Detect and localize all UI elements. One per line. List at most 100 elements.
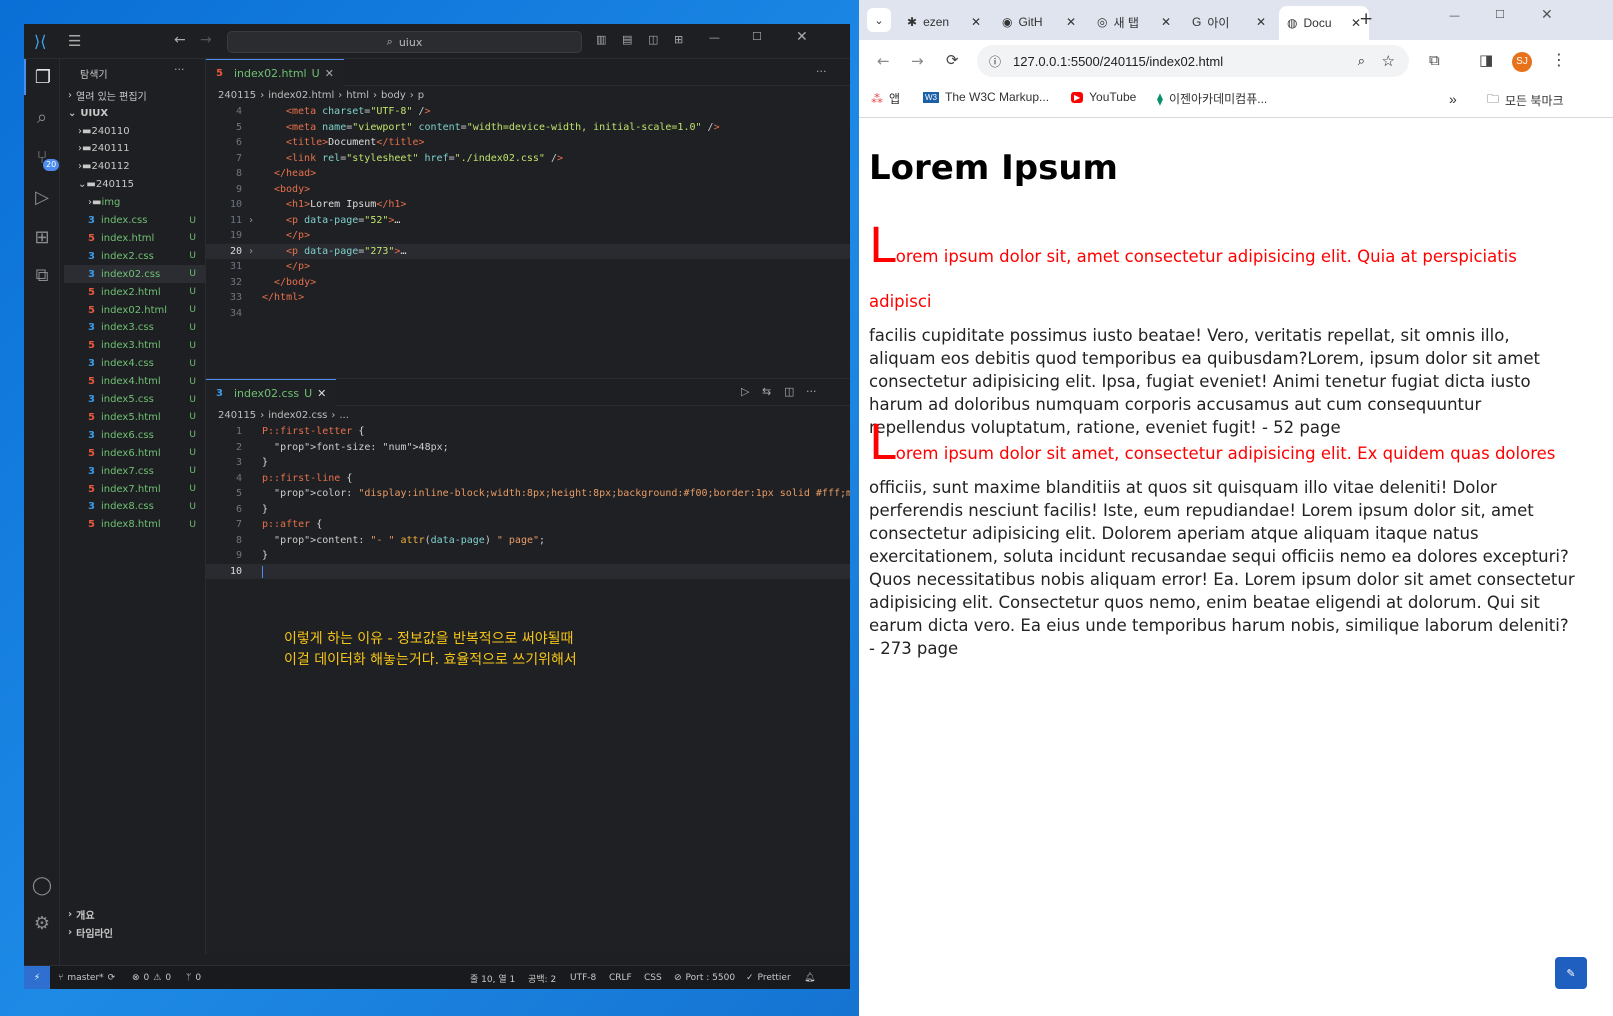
tree-item[interactable]: 3 index.css U (64, 212, 206, 230)
more-bookmarks-icon[interactable]: » (1449, 91, 1457, 107)
tree-item[interactable]: 3 index5.css U (64, 391, 206, 409)
forward-icon[interactable]: → (911, 52, 924, 70)
tab-close-icon[interactable]: ✕ (325, 67, 334, 80)
close-icon[interactable]: ✕ (796, 29, 808, 45)
html-code[interactable]: 4 <meta charset="UTF-8" /> 5 <meta name="vi… (206, 104, 850, 321)
browser-tab[interactable]: ◉ GitH ✕ (994, 7, 1084, 37)
code-line[interactable]: 9} (206, 548, 850, 564)
code-line[interactable]: 5 "prop">color: "display:inline-block;wi… (206, 486, 850, 502)
breadcrumb-item[interactable]: ... (339, 410, 349, 421)
command-search[interactable]: ⌕ uiux (227, 31, 582, 53)
tree-item[interactable]: ⌄ ▬ 240115 (64, 176, 206, 194)
tree-item[interactable]: 5 index3.html U (64, 337, 206, 355)
code-line[interactable]: 7 p::after { (206, 517, 850, 533)
cursor-position[interactable]: 줄 10, 열 1 (470, 966, 515, 989)
new-tab-icon[interactable]: + (1359, 9, 1373, 29)
encoding-status[interactable]: UTF-8 (570, 966, 596, 989)
language-status[interactable]: CSS (644, 966, 662, 989)
tree-item[interactable]: 5 index5.html U (64, 408, 206, 426)
tree-item[interactable]: 5 index4.html U (64, 373, 206, 391)
tree-item[interactable]: › ▬ 240110 (64, 122, 206, 140)
extensions-icon[interactable]: ⊞ (24, 219, 60, 255)
code-line[interactable]: 8 </head> (206, 166, 850, 182)
code-line[interactable]: 31 </p> (206, 259, 850, 275)
code-line[interactable]: 4 <meta charset="UTF-8" /> (206, 104, 850, 120)
reload-icon[interactable]: ⟳ (946, 51, 959, 69)
more-actions-icon[interactable]: ··· (174, 63, 185, 76)
code-line[interactable]: 2 "prop">font-size: "num">48px; (206, 440, 850, 456)
tree-item[interactable]: 3 index2.css U (64, 247, 206, 265)
breadcrumb-item[interactable]: 240115 (218, 410, 256, 421)
tree-item[interactable]: 5 index02.html U (64, 301, 206, 319)
browser-tab[interactable]: ◎ 새 탭 ✕ (1089, 7, 1179, 37)
minimize-icon[interactable]: — (1449, 9, 1460, 22)
breadcrumb-item[interactable]: index02.html (268, 90, 334, 101)
code-line[interactable]: 5 <meta name="viewport" content="width=de… (206, 120, 850, 136)
code-line[interactable]: 34 (206, 306, 850, 322)
zoom-icon[interactable]: ⌕ (1358, 53, 1365, 69)
code-line[interactable]: 8 "prop">content: "- " attr(data-page) "… (206, 533, 850, 549)
menu-icon[interactable]: ☰ (68, 32, 81, 50)
code-line[interactable]: 3} (206, 455, 850, 471)
tree-item[interactable]: 3 index8.css U (64, 498, 206, 516)
toggle-panel-icon[interactable]: ▤ (622, 33, 632, 46)
tree-item[interactable]: 5 index6.html U (64, 444, 206, 462)
workspace-root[interactable]: ⌄ UIUX (64, 104, 206, 122)
remote-icon[interactable]: ⚡ (24, 966, 50, 989)
all-bookmarks[interactable]: 🗀︎ 모든 북마크 (1487, 90, 1564, 111)
bookmark-apps[interactable]: ⁂ 앱 (871, 90, 900, 107)
eol-status[interactable]: CRLF (609, 966, 632, 989)
code-line[interactable]: 4 p::first-line { (206, 471, 850, 487)
maximize-icon[interactable]: ☐ (752, 30, 762, 43)
tab-close-icon[interactable]: ✕ (1256, 15, 1266, 29)
extensions-icon[interactable]: ⧉ (1429, 51, 1440, 69)
tab-index02-css[interactable]: 3 index02.css U ✕ (206, 379, 337, 406)
bookmark-star-icon[interactable]: ☆ (1382, 52, 1395, 70)
account-icon[interactable]: ◯ (24, 867, 60, 903)
run-icon[interactable]: ▷ (741, 385, 749, 398)
tree-item[interactable]: 3 index7.css U (64, 462, 206, 480)
address-bar[interactable]: ⓘ 127.0.0.1:5500/240115/index02.html ⌕ ☆ (977, 45, 1409, 77)
code-line[interactable]: 19 </p> (206, 228, 850, 244)
indent-status[interactable]: 공백: 2 (528, 966, 556, 989)
ports-status[interactable]: ᛘ0 (186, 966, 201, 989)
back-icon[interactable]: ← (877, 52, 890, 70)
code-line[interactable]: 6} (206, 502, 850, 518)
close-icon[interactable]: ✕ (1541, 7, 1553, 23)
toggle-secondary-icon[interactable]: ◫ (648, 33, 658, 46)
avatar[interactable]: SJ (1512, 52, 1532, 72)
browser-tab[interactable]: ◍ Docu ✕ (1279, 6, 1369, 40)
code-line[interactable]: 6 <title>Document</title> (206, 135, 850, 151)
breadcrumb-item[interactable]: 240115 (218, 90, 256, 101)
menu-icon[interactable]: ⋮ (1551, 50, 1567, 69)
code-line[interactable]: 7 <link rel="stylesheet" href="./index02.… (206, 151, 850, 167)
breadcrumb-item[interactable]: body (381, 90, 406, 101)
side-panel-icon[interactable]: ◨ (1479, 51, 1493, 69)
code-line[interactable]: 11 <p data-page="52">… › (206, 213, 850, 229)
maximize-icon[interactable]: ☐ (1495, 8, 1505, 21)
code-line[interactable]: 10 (206, 563, 850, 579)
code-line[interactable]: 1 P::first-letter { (206, 424, 850, 440)
bookmark-ezen[interactable]: ⧫ 이젠아카데미컴퓨... (1157, 90, 1267, 107)
open-editors-section[interactable]: › 열려 있는 편집기 (64, 86, 206, 104)
browser-tab[interactable]: G 아이 ✕ (1184, 7, 1274, 37)
bookmark-youtube[interactable]: ▶ YouTube (1071, 90, 1136, 104)
prettier-status[interactable]: ✓ Prettier (746, 966, 791, 989)
tab-close-icon[interactable]: ✕ (317, 387, 326, 400)
problems-status[interactable]: ⊗ 0 ⚠ 0 (132, 966, 171, 989)
bookmark-w3c[interactable]: W3 The W3C Markup... (923, 90, 1049, 104)
tab-close-icon[interactable]: ✕ (971, 15, 981, 29)
tree-item[interactable]: 3 index6.css U (64, 426, 206, 444)
run-debug-icon[interactable]: ▷ (24, 179, 60, 215)
back-icon[interactable]: ← (174, 32, 186, 48)
tree-item[interactable]: 3 index3.css U (64, 319, 206, 337)
forward-icon[interactable]: → (200, 32, 212, 48)
minimize-icon[interactable]: — (709, 31, 720, 44)
tree-item[interactable]: › ▬ 240112 (64, 158, 206, 176)
figma-icon[interactable]: ⧉ (24, 257, 60, 293)
tab-close-icon[interactable]: ✕ (1066, 15, 1076, 29)
editor-more-icon[interactable]: ··· (816, 65, 827, 78)
tree-item[interactable]: 5 index7.html U (64, 480, 206, 498)
site-info-icon[interactable]: ⓘ (989, 53, 1001, 70)
settings-gear-icon[interactable]: ⚙ (24, 905, 60, 941)
